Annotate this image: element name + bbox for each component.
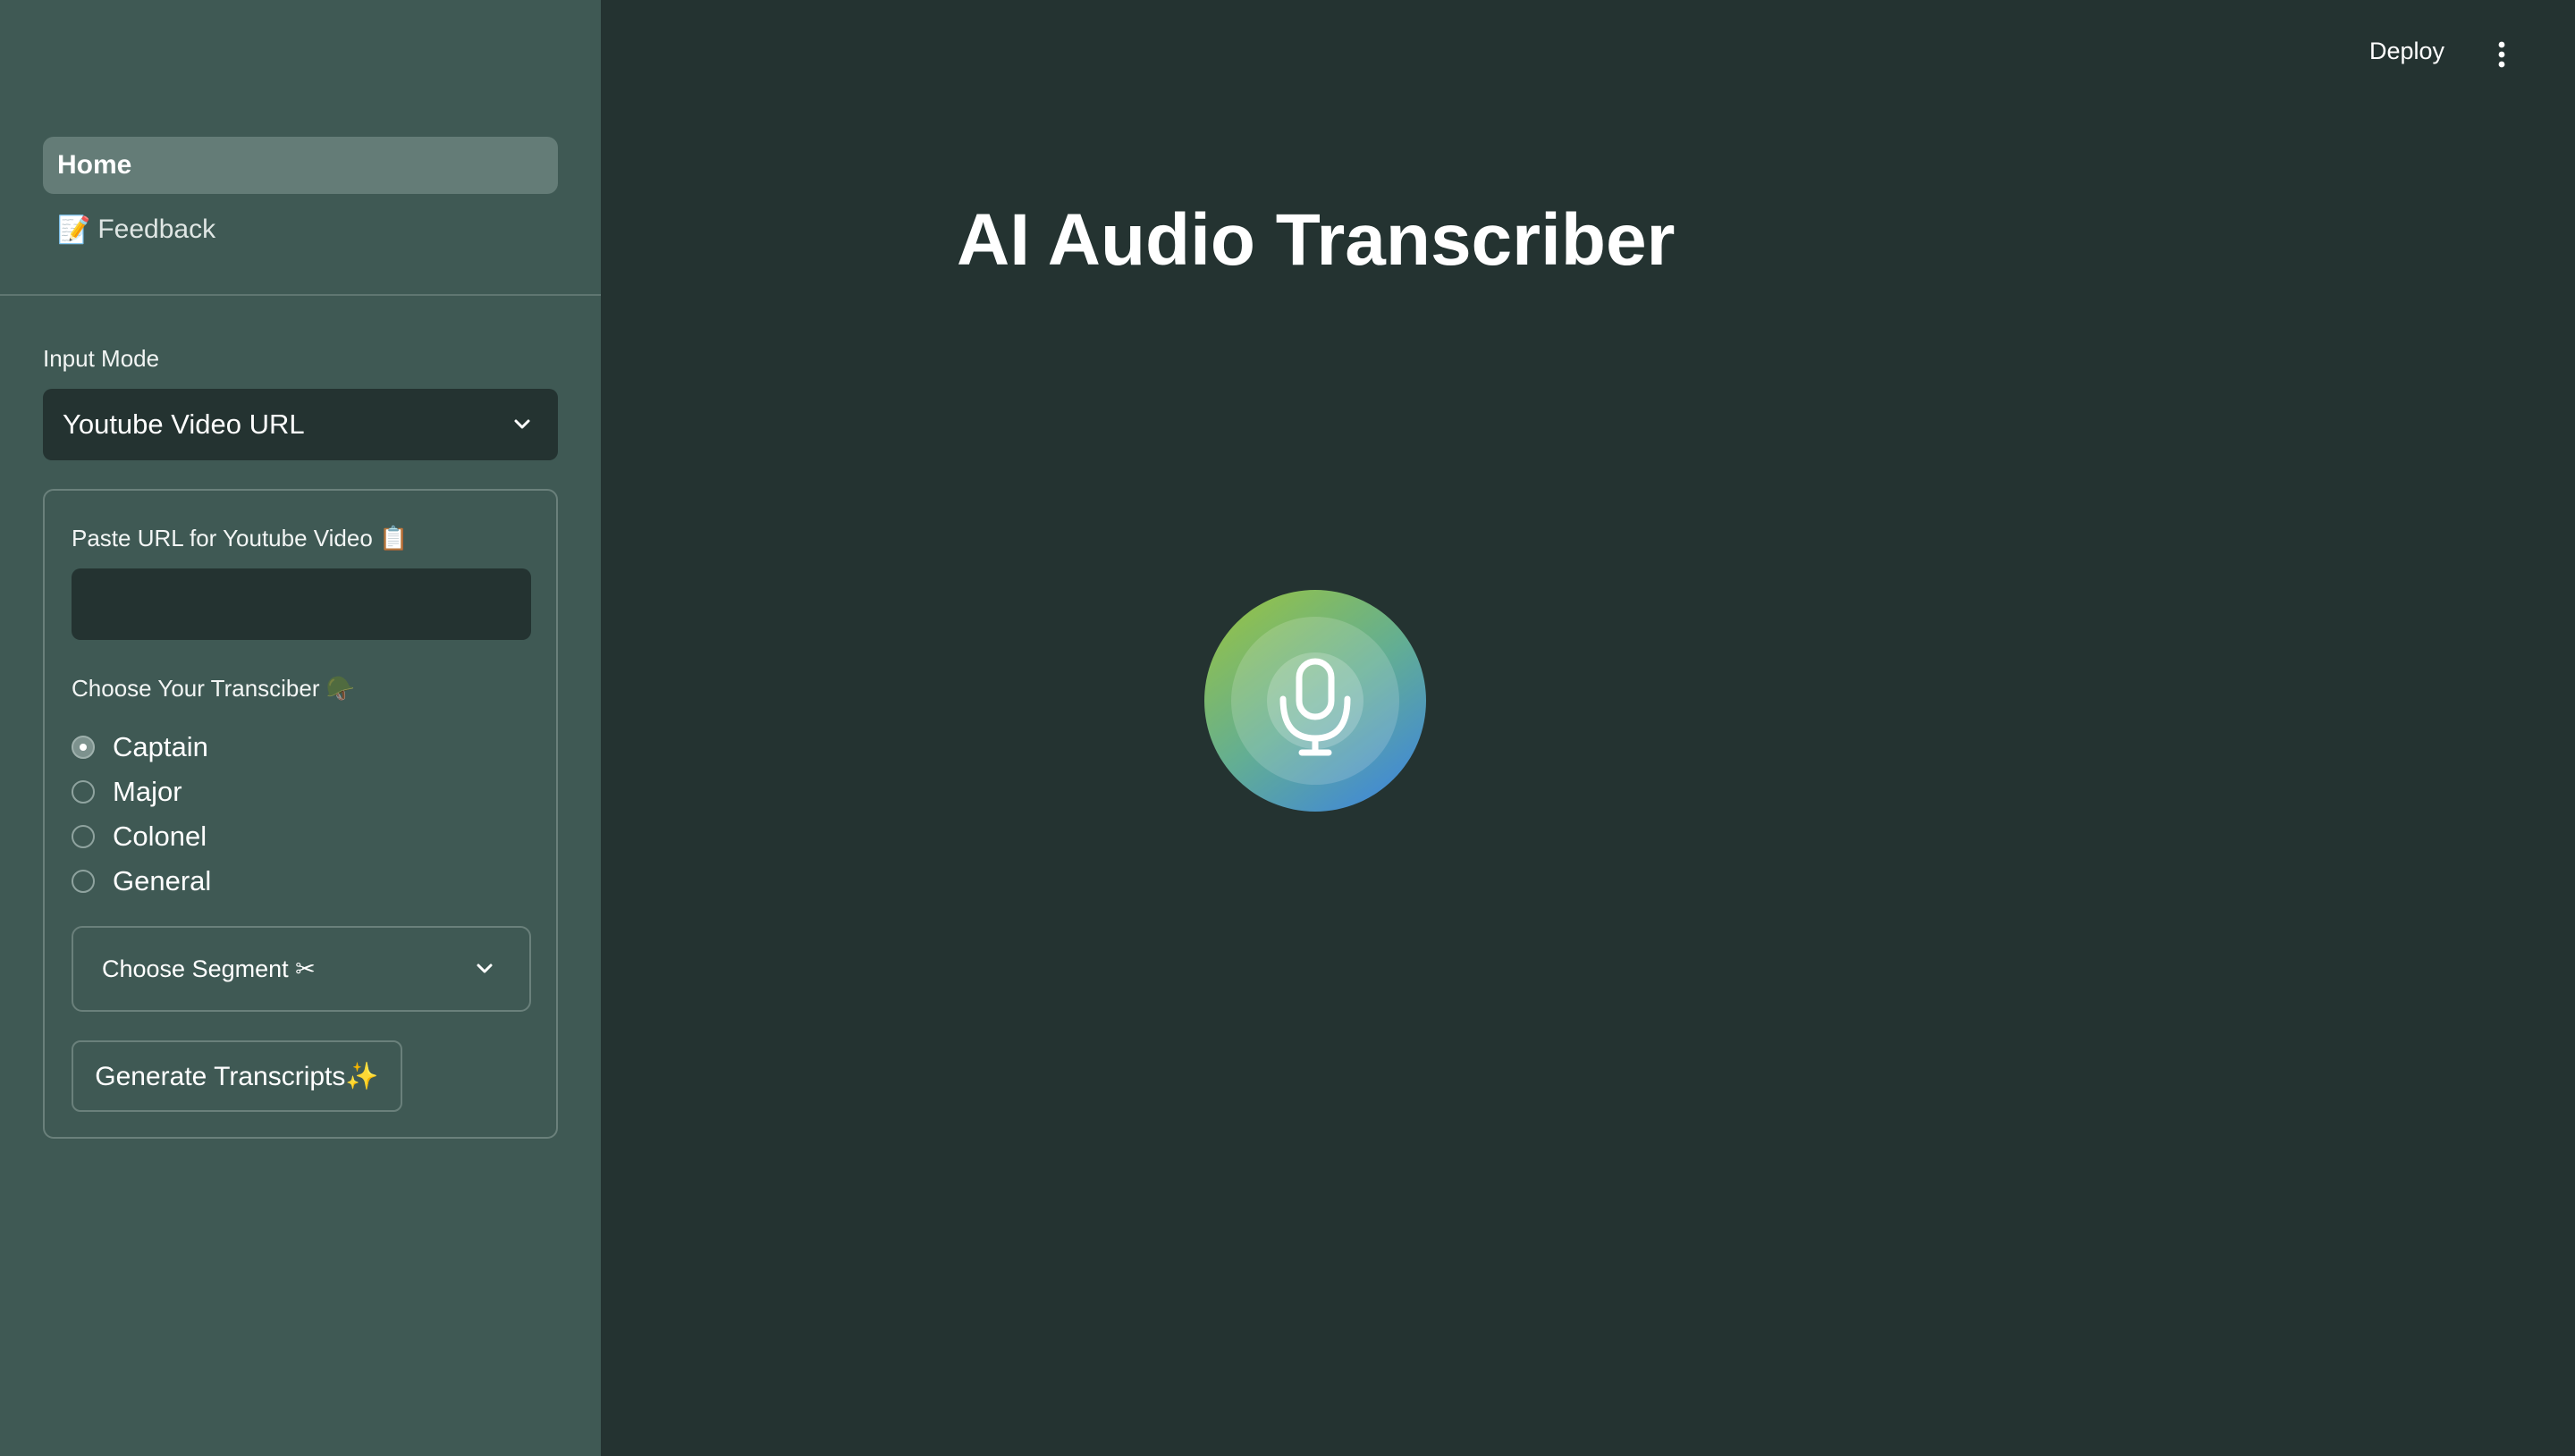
transcription-form: Paste URL for Youtube Video 📋 Choose You… — [43, 489, 558, 1139]
vertical-ellipsis-icon[interactable] — [2495, 39, 2509, 70]
deploy-button[interactable]: Deploy — [2369, 38, 2444, 65]
transcriber-label: Choose Your Transciber 🪖 — [72, 675, 356, 702]
nav-item-home[interactable]: Home — [43, 137, 558, 194]
memo-icon: 📝 — [57, 215, 91, 245]
radio-option-general[interactable]: General — [72, 859, 211, 904]
nav-item-label: Feedback — [97, 215, 216, 244]
input-mode-label: Input Mode — [43, 345, 160, 372]
soundwave-right — [1438, 669, 1600, 732]
generate-transcripts-button[interactable]: Generate Transcripts✨ — [72, 1040, 402, 1112]
url-field-label: Paste URL for Youtube Video 📋 — [72, 525, 409, 551]
segment-label: Choose Segment ✂ — [102, 955, 316, 982]
radio-option-major[interactable]: Major — [72, 770, 211, 814]
radio-label: General — [113, 865, 212, 896]
radio-button[interactable] — [72, 825, 95, 848]
microphone-soundwave-icon — [1031, 590, 1600, 812]
sidebar-nav: Home 📝 Feedback — [43, 137, 558, 258]
sidebar: Home 📝 Feedback Input Mode Youtube Video… — [0, 0, 601, 1456]
nav-item-label: Home — [57, 150, 132, 180]
choose-segment-expander[interactable]: Choose Segment ✂ — [72, 926, 531, 1012]
radio-option-colonel[interactable]: Colonel — [72, 814, 211, 859]
radio-label: Captain — [113, 731, 208, 762]
radio-button[interactable] — [72, 870, 95, 893]
radio-button[interactable] — [72, 780, 95, 804]
youtube-url-input[interactable] — [72, 568, 531, 640]
radio-option-captain[interactable]: Captain — [72, 725, 211, 770]
chevron-down-icon — [477, 964, 493, 973]
transcriber-radio-group: Captain Major Colonel General — [72, 725, 211, 904]
page-title: AI Audio Transcriber — [957, 199, 1676, 281]
nav-item-feedback[interactable]: 📝 Feedback — [43, 201, 558, 258]
radio-label: Colonel — [113, 821, 207, 852]
radio-button-checked[interactable] — [72, 736, 95, 759]
chevron-down-icon — [514, 419, 530, 429]
radio-label: Major — [113, 776, 182, 807]
soundwave-left — [1031, 673, 1193, 728]
nav-divider — [0, 294, 601, 296]
input-mode-select[interactable]: Youtube Video URL — [43, 389, 558, 460]
input-mode-value: Youtube Video URL — [63, 408, 305, 440]
